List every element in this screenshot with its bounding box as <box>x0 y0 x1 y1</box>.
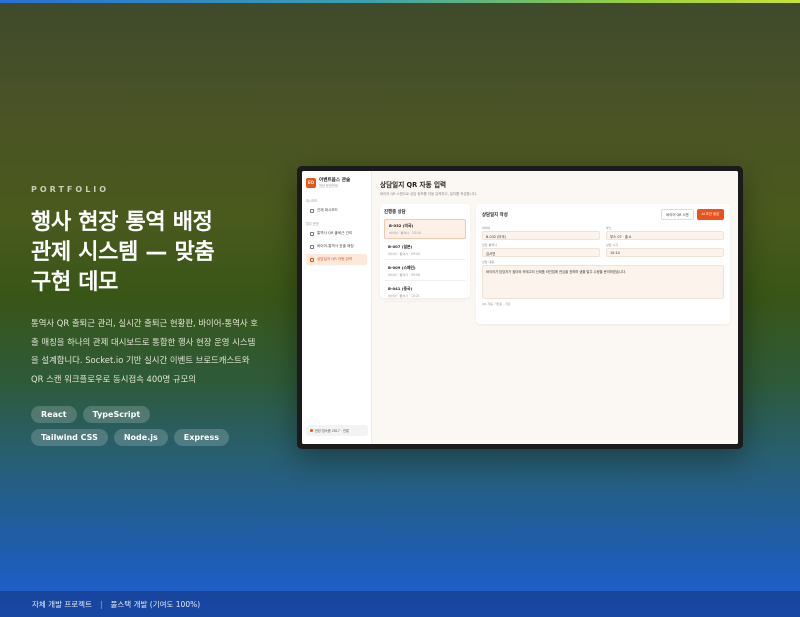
card-title: 진행중 상담 <box>384 210 406 215</box>
nav-group-label: 업무 운영 <box>306 222 319 226</box>
brand-subtitle: 현장 운영관제 <box>319 184 338 188</box>
app-sidebar: EO 이벤트옵스 관술 현장 운영관제 대시보드 관제 대시보드 업무 운영 통… <box>302 171 372 444</box>
sidebar-item-consult-log[interactable]: 상담일지 QR 자동 입력 <box>306 254 367 265</box>
footer-bar: 자체 개발 프로젝트 | 풀스택 개발 (기여도 100%) <box>0 591 800 617</box>
nav-group-label: 대시보드 <box>306 199 318 203</box>
field-label: 바이어 <box>482 226 491 230</box>
qr-scan-button[interactable]: 바이어 QR 스캔 <box>661 209 694 220</box>
hero-title-line: 구현 데모 <box>31 270 119 295</box>
eyebrow-label: PORTFOLIO <box>31 185 110 194</box>
hero-section: PORTFOLIO 행사 현장 통역 배정 관제 시스템 — 맞춤 구현 데모 … <box>31 185 261 446</box>
sidebar-item-call-matching[interactable]: 바이어-통역사 호출 매칭 <box>306 241 367 252</box>
field-label: 상담 시각 <box>606 243 618 247</box>
page-subtitle: 바이어 QR 스캔으로 상담 정보를 자동 입력하고, 일지를 작성합니다. <box>380 192 477 196</box>
buyer-field[interactable]: B-032 (미국) <box>482 231 600 240</box>
interpreter-field[interactable]: 김서연 <box>482 248 600 257</box>
status-text: 현장 접속중 2817 · 연결 <box>315 429 349 433</box>
sidebar-item-label: 통역사 QR 출퇴근 관리 <box>317 231 353 235</box>
list-item[interactable]: B-007 (일본) 바이어 · 통역사 · 09:44 <box>384 241 466 260</box>
field-label: 담당 통역사 <box>482 243 497 247</box>
page-title: 상담일지 QR 자동 입력 <box>380 181 447 189</box>
list-item-meta: 바이어 · 통역사 · 09:44 <box>388 252 420 256</box>
form-note: QR 자동 기입됨 · 저장 <box>482 302 511 306</box>
list-item[interactable]: B-032 (미국) 바이어 · 통역사 · 10:14 <box>384 219 466 239</box>
sidebar-item-qr-attendance[interactable]: 통역사 QR 출퇴근 관리 <box>306 228 367 239</box>
footer-divider: | <box>99 599 103 609</box>
list-item-code: B-009 (스페인) <box>388 265 416 270</box>
booth-field[interactable]: 부스 07 · 홀 A <box>606 231 724 240</box>
tech-tag: React <box>31 406 77 423</box>
document-icon <box>310 257 314 262</box>
list-item[interactable]: B-041 (중국) 바이어 · 통역사 · 10:21 <box>384 283 466 302</box>
list-item-meta: 바이어 · 통역사 · 10:14 <box>389 231 421 235</box>
hero-title-line: 행사 현장 통역 배정 <box>31 210 213 235</box>
consult-list-card: 진행중 상담 B-032 (미국) 바이어 · 통역사 · 10:14 B-00… <box>380 204 470 302</box>
app-brand: EO 이벤트옵스 관술 현장 운영관제 <box>306 177 367 188</box>
hero-description: 통역사 QR 출퇴근 관리, 실시간 출퇴근 현황판, 바이어-통역사 호출 매… <box>31 318 258 384</box>
grid-icon <box>310 208 314 213</box>
tech-tags: React TypeScript Tailwind CSS Node.js Ex… <box>31 406 231 446</box>
tech-tag: Node.js <box>113 429 168 446</box>
qr-icon <box>310 231 314 236</box>
list-item-meta: 바이어 · 통역사 · 09:58 <box>388 273 420 277</box>
chat-icon <box>310 244 314 249</box>
sidebar-item-label: 상담일지 QR 자동 입력 <box>317 257 353 261</box>
ai-draft-button[interactable]: AI 초안 생성 <box>696 209 724 220</box>
top-accent-bar <box>0 0 800 3</box>
list-item-code: B-041 (중국) <box>388 286 413 291</box>
brand-logo: EO <box>306 177 316 188</box>
tech-tag: TypeScript <box>82 406 151 423</box>
list-item-code: B-032 (미국) <box>389 223 414 228</box>
time-field[interactable]: 10:14 <box>606 248 724 257</box>
sidebar-item-label: 관제 대시보드 <box>317 208 338 212</box>
tech-tag: Express <box>173 429 229 446</box>
hero-title-line: 관제 시스템 — 맞춤 <box>31 240 215 265</box>
list-item-code: B-007 (일본) <box>388 244 413 249</box>
connection-status: 현장 접속중 2817 · 연결 <box>306 425 368 436</box>
sidebar-item-dashboard[interactable]: 관제 대시보드 <box>306 205 367 216</box>
app-main: 상담일지 QR 자동 입력 바이어 QR 스캔으로 상담 정보를 자동 입력하고… <box>372 171 738 444</box>
form-title: 상담일지 작성 <box>482 212 508 218</box>
footer-project-type: 자체 개발 프로젝트 <box>32 599 92 609</box>
sidebar-item-label: 바이어-통역사 호출 매칭 <box>317 244 354 248</box>
list-item[interactable]: B-009 (스페인) 바이어 · 통역사 · 09:58 <box>384 262 466 281</box>
device-mockup: EO 이벤트옵스 관술 현장 운영관제 대시보드 관제 대시보드 업무 운영 통… <box>297 166 743 449</box>
status-dot-icon <box>310 429 313 432</box>
field-label: 상담 내용 <box>482 260 494 264</box>
app-screen: EO 이벤트옵스 관술 현장 운영관제 대시보드 관제 대시보드 업무 운영 통… <box>302 171 738 444</box>
list-item-meta: 바이어 · 통역사 · 10:21 <box>388 294 420 298</box>
hero-title: 행사 현장 통역 배정 관제 시스템 — 맞춤 구현 데모 <box>31 208 261 298</box>
consult-form-card: 상담일지 작성 바이어 QR 스캔 AI 초안 생성 바이어 B-032 (미국… <box>476 204 730 324</box>
tech-tag: Tailwind CSS <box>31 429 108 446</box>
field-label: 부스 <box>606 226 612 230</box>
footer-role: 풀스택 개발 (기여도 100%) <box>110 599 201 609</box>
content-textarea[interactable]: 바이어가 담당자가 홀더와 카테고리 신제품 라인업에 관심을 표하며 샘플 발… <box>482 265 724 299</box>
